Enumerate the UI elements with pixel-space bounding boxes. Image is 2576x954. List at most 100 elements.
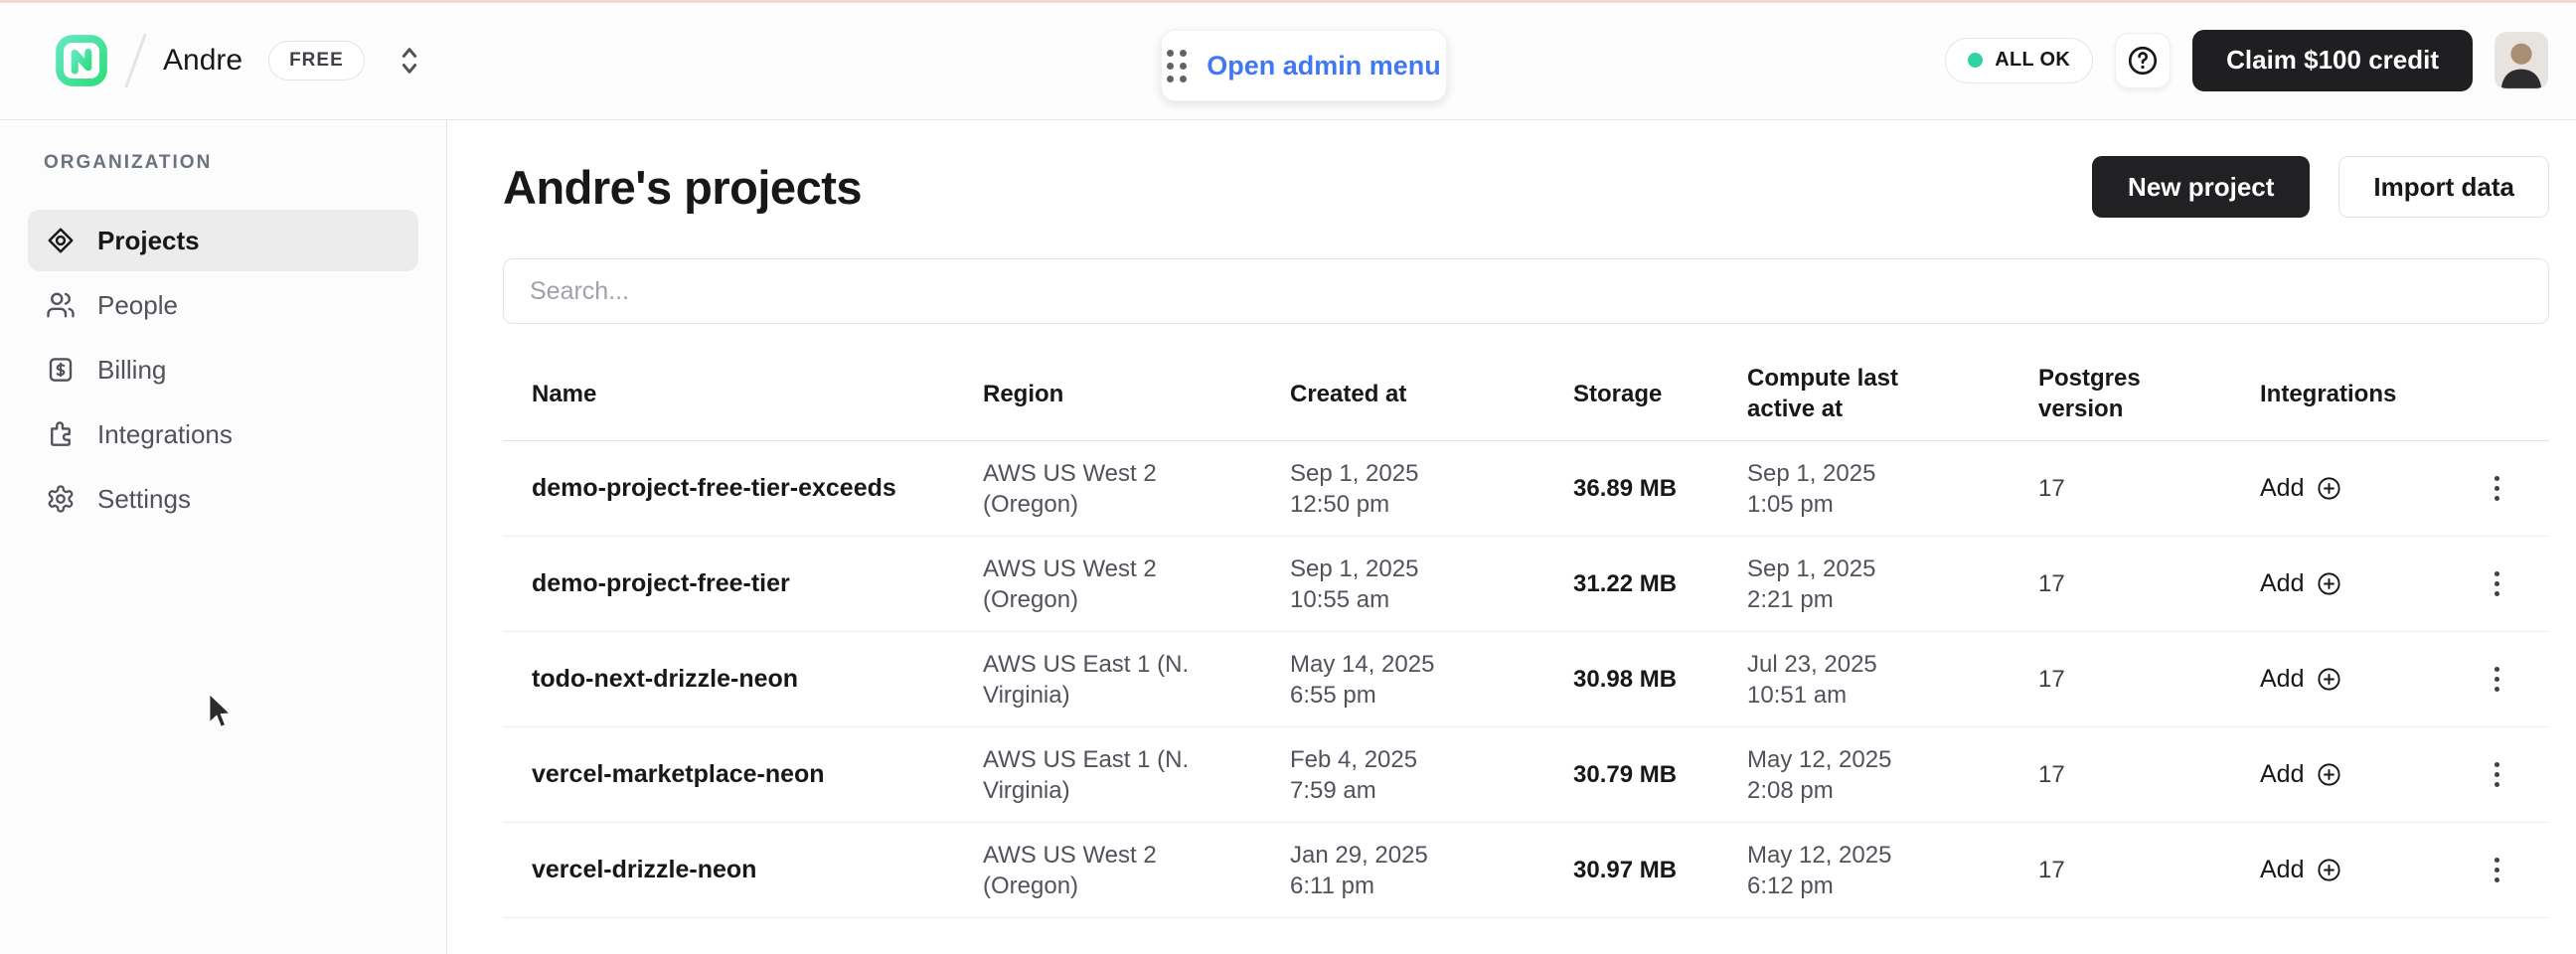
table-row[interactable]: vercel-marketplace-neon AWS US East 1 (N… — [503, 727, 2549, 823]
project-created-at: Jan 29, 2025 6:11 pm — [1290, 840, 1459, 901]
new-project-button[interactable]: New project — [2092, 156, 2310, 218]
project-created-at: May 14, 2025 6:55 pm — [1290, 649, 1459, 711]
row-menu-kebab-icon[interactable] — [2487, 754, 2507, 795]
status-label: ALL OK — [1995, 49, 2070, 72]
sidebar: ORGANIZATION Projects People Billing — [0, 120, 447, 954]
sidebar-item-projects[interactable]: Projects — [28, 210, 418, 271]
plan-badge: FREE — [268, 41, 365, 80]
top-bar: Andre FREE Open admin menu ALL OK Claim … — [0, 0, 2576, 120]
project-name[interactable]: vercel-drizzle-neon — [503, 856, 983, 884]
user-avatar[interactable] — [2495, 32, 2548, 89]
neon-logo-icon[interactable] — [55, 34, 108, 87]
project-postgres-version: 17 — [2038, 570, 2260, 598]
add-label: Add — [2260, 760, 2304, 789]
add-integration-button[interactable]: Add — [2260, 474, 2342, 503]
open-admin-menu-button[interactable]: Open admin menu — [1161, 30, 1447, 101]
top-right-controls: ALL OK Claim $100 credit — [1945, 0, 2548, 120]
sidebar-item-label: Settings — [97, 484, 191, 515]
project-name[interactable]: demo-project-free-tier-exceeds — [503, 474, 983, 503]
project-name[interactable]: vercel-marketplace-neon — [503, 760, 983, 789]
breadcrumb-slash — [124, 33, 147, 88]
add-integration-button[interactable]: Add — [2260, 760, 2342, 789]
sidebar-item-people[interactable]: People — [28, 274, 418, 336]
project-compute-last-active: Sep 1, 2025 2:21 pm — [1747, 554, 1916, 615]
project-compute-last-active: May 12, 2025 6:12 pm — [1747, 840, 1916, 901]
add-label: Add — [2260, 856, 2304, 884]
sidebar-item-label: Billing — [97, 355, 166, 386]
circle-plus-icon — [2316, 570, 2342, 597]
question-mark-circle-icon — [2126, 44, 2160, 78]
add-integration-button[interactable]: Add — [2260, 569, 2342, 598]
project-compute-last-active: Sep 1, 2025 1:05 pm — [1747, 458, 1916, 520]
help-button[interactable] — [2115, 33, 2171, 88]
claim-credit-button[interactable]: Claim $100 credit — [2192, 30, 2473, 91]
project-storage: 30.97 MB — [1573, 857, 1747, 884]
status-dot-icon — [1968, 53, 1983, 68]
row-menu-kebab-icon[interactable] — [2487, 850, 2507, 890]
project-postgres-version: 17 — [2038, 475, 2260, 503]
column-header-name: Name — [503, 379, 983, 409]
project-region: AWS US West 2 (Oregon) — [983, 840, 1209, 901]
sidebar-item-label: Integrations — [97, 419, 233, 450]
project-postgres-version: 17 — [2038, 761, 2260, 789]
project-postgres-version: 17 — [2038, 666, 2260, 694]
table-row[interactable]: demo-project-free-tier AWS US West 2 (Or… — [503, 537, 2549, 632]
circle-plus-icon — [2316, 475, 2342, 502]
top-accent-line — [0, 0, 2576, 3]
sidebar-item-billing[interactable]: Billing — [28, 339, 418, 400]
projects-icon — [46, 226, 76, 255]
table-row[interactable]: vercel-drizzle-neon AWS US West 2 (Orego… — [503, 823, 2549, 918]
page-title: Andre's projects — [503, 160, 862, 215]
column-header-integrations: Integrations — [2260, 379, 2549, 409]
table-row[interactable]: todo-next-drizzle-neon AWS US East 1 (N.… — [503, 632, 2549, 727]
circle-plus-icon — [2316, 666, 2342, 693]
main-content: Andre's projects New project Import data… — [447, 120, 2576, 954]
projects-table: Name Region Created at Storage Compute l… — [503, 347, 2549, 918]
import-data-button[interactable]: Import data — [2338, 156, 2549, 218]
circle-plus-icon — [2316, 761, 2342, 788]
project-region: AWS US West 2 (Oregon) — [983, 458, 1209, 520]
org-name[interactable]: Andre — [163, 44, 242, 78]
project-postgres-version: 17 — [2038, 857, 2260, 884]
project-name[interactable]: todo-next-drizzle-neon — [503, 665, 983, 694]
project-storage: 31.22 MB — [1573, 570, 1747, 598]
row-menu-kebab-icon[interactable] — [2487, 563, 2507, 604]
project-compute-last-active: Jul 23, 2025 10:51 am — [1747, 649, 1916, 711]
sidebar-item-label: People — [97, 290, 178, 321]
drag-handle-dots-icon — [1167, 50, 1187, 82]
project-compute-last-active: May 12, 2025 2:08 pm — [1747, 744, 1916, 806]
sidebar-section-label: ORGANIZATION — [28, 152, 418, 174]
add-label: Add — [2260, 665, 2304, 694]
project-region: AWS US West 2 (Oregon) — [983, 554, 1209, 615]
project-region: AWS US East 1 (N. Virginia) — [983, 744, 1209, 806]
status-pill[interactable]: ALL OK — [1945, 38, 2093, 83]
column-header-created-at: Created at — [1290, 379, 1573, 409]
org-switcher-chevrons-icon[interactable] — [397, 44, 422, 78]
sidebar-item-label: Projects — [97, 226, 200, 256]
column-header-postgres-version: Postgres version — [2038, 363, 2150, 424]
table-header-row: Name Region Created at Storage Compute l… — [503, 347, 2549, 441]
project-storage: 36.89 MB — [1573, 475, 1747, 503]
brand-area: Andre FREE — [55, 0, 422, 120]
column-header-compute-last-active: Compute last active at — [1747, 363, 1908, 424]
row-menu-kebab-icon[interactable] — [2487, 468, 2507, 509]
add-label: Add — [2260, 569, 2304, 598]
project-storage: 30.79 MB — [1573, 761, 1747, 789]
people-icon — [46, 290, 76, 320]
column-header-storage: Storage — [1573, 379, 1747, 409]
sidebar-item-settings[interactable]: Settings — [28, 468, 418, 530]
row-menu-kebab-icon[interactable] — [2487, 659, 2507, 700]
add-label: Add — [2260, 474, 2304, 503]
add-integration-button[interactable]: Add — [2260, 665, 2342, 694]
integrations-icon — [46, 419, 76, 449]
add-integration-button[interactable]: Add — [2260, 856, 2342, 884]
project-created-at: Sep 1, 2025 12:50 pm — [1290, 458, 1459, 520]
search-input[interactable] — [503, 258, 2549, 324]
table-row[interactable]: demo-project-free-tier-exceeds AWS US We… — [503, 441, 2549, 537]
sidebar-item-integrations[interactable]: Integrations — [28, 403, 418, 465]
project-name[interactable]: demo-project-free-tier — [503, 569, 983, 598]
settings-gear-icon — [46, 484, 76, 514]
project-storage: 30.98 MB — [1573, 666, 1747, 694]
column-header-region: Region — [983, 379, 1290, 409]
project-region: AWS US East 1 (N. Virginia) — [983, 649, 1209, 711]
